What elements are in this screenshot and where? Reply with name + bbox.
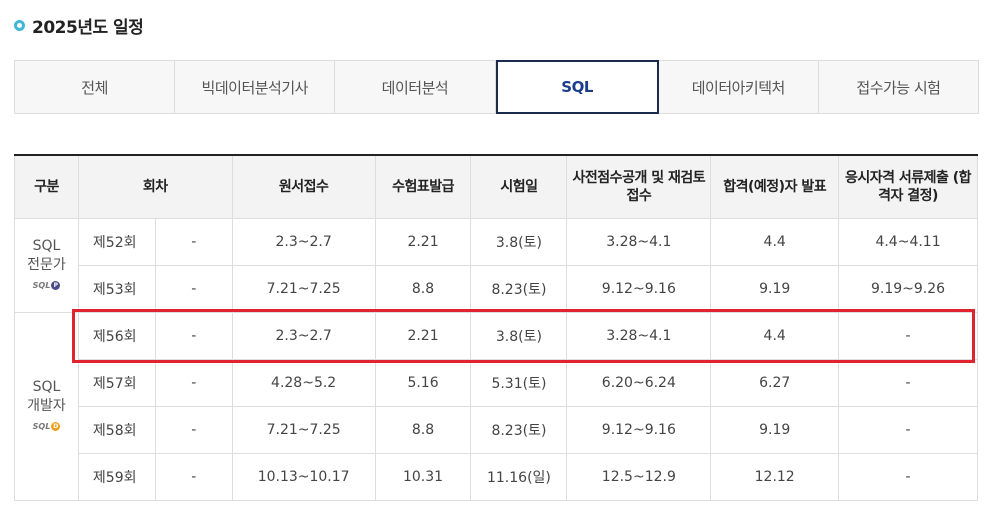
logo-text: SQL xyxy=(32,421,51,431)
cell-review: 3.28~4.1 xyxy=(566,312,712,360)
header-admission-ticket: 수험표발급 xyxy=(374,154,472,219)
cell-extra: - xyxy=(154,218,233,266)
table-row: 제58회 -7.21~7.25 8.8 8.23(토) 9.12~9.16 9.19- xyxy=(15,406,978,454)
cell-review: 3.28~4.1 xyxy=(566,218,712,266)
cell-documents: - xyxy=(838,406,978,454)
schedule-table: 구분 회차 원서접수 수험표발급 시험일 사전점수공개 및 재검토 접수 합격(… xyxy=(14,154,978,501)
cell-application: 7.21~7.25 xyxy=(231,265,376,313)
cell-exam-date: 5.31(토) xyxy=(470,359,568,407)
group-label: SQL 개발자 xyxy=(27,378,66,414)
cell-round: 제56회 xyxy=(77,312,156,360)
table-row: 제59회 -10.13~10.17 10.31 11.16(일) 12.5~12.9 12… xyxy=(15,453,978,501)
tab-data-analysis[interactable]: 데이터분석 xyxy=(335,61,496,113)
cell-exam-date: 11.16(일) xyxy=(470,453,568,501)
cell-ticket: 5.16 xyxy=(374,359,472,407)
cell-review: 9.12~9.16 xyxy=(566,265,712,313)
cell-ticket: 10.31 xyxy=(374,453,472,501)
cell-application: 2.3~2.7 xyxy=(231,312,376,360)
cell-extra: - xyxy=(154,359,233,407)
cell-extra: - xyxy=(154,453,233,501)
group-cell: SQL 개발자 SQL D xyxy=(14,312,79,501)
cell-ticket: 8.8 xyxy=(374,265,472,313)
header-pass-announcement: 합격(예정)자 발표 xyxy=(710,154,840,219)
bullet-circle-icon xyxy=(14,20,25,31)
cell-exam-date: 8.23(토) xyxy=(470,265,568,313)
logo-text: SQL xyxy=(32,280,51,290)
cell-review: 6.20~6.24 xyxy=(566,359,712,407)
cell-announcement: 9.19 xyxy=(710,406,840,454)
cell-announcement: 4.4 xyxy=(710,218,840,266)
cell-announcement: 12.12 xyxy=(710,453,840,501)
cell-exam-date: 8.23(토) xyxy=(470,406,568,454)
cell-round: 제59회 xyxy=(77,453,156,501)
group-label: SQL 전문가 xyxy=(27,237,66,273)
cell-review: 12.5~12.9 xyxy=(566,453,712,501)
cell-announcement: 9.19 xyxy=(710,265,840,313)
sql-logo-icon: SQL D xyxy=(33,417,61,436)
header-application: 원서접수 xyxy=(231,154,376,219)
cell-extra: - xyxy=(154,265,233,313)
tab-data-architecture[interactable]: 데이터아키텍처 xyxy=(659,61,819,113)
cell-review: 9.12~9.16 xyxy=(566,406,712,454)
cell-announcement: 4.4 xyxy=(710,312,840,360)
cell-round: 제52회 xyxy=(77,218,156,266)
header-exam-date: 시험일 xyxy=(470,154,568,219)
cell-exam-date: 3.8(토) xyxy=(470,312,568,360)
tab-bigdata-analyst[interactable]: 빅데이터분석기사 xyxy=(175,61,336,113)
cell-application: 10.13~10.17 xyxy=(231,453,376,501)
header-category: 구분 xyxy=(14,154,79,219)
tab-all[interactable]: 전체 xyxy=(15,61,176,113)
cell-documents: - xyxy=(838,312,978,360)
cell-round: 제53회 xyxy=(77,265,156,313)
table-row: 제57회 -4.28~5.2 5.16 5.31(토) 6.20~6.24 6.27- xyxy=(15,359,978,407)
cell-application: 4.28~5.2 xyxy=(231,359,376,407)
cell-round: 제57회 xyxy=(77,359,156,407)
logo-badge: P xyxy=(51,280,61,290)
cell-documents: 4.4~4.11 xyxy=(838,218,978,266)
cell-extra: - xyxy=(154,312,233,360)
logo-badge: D xyxy=(51,421,61,431)
sql-logo-icon: SQL P xyxy=(33,276,61,295)
table-row: 제53회 -7.21~7.25 8.8 8.23(토) 9.12~9.16 9.19 9.1… xyxy=(15,265,978,313)
exam-tabs: 전체 빅데이터분석기사 데이터분석 SQL 데이터아키텍처 접수가능 시험 xyxy=(14,60,979,114)
group-cell: SQL 전문가 SQL P xyxy=(14,218,79,313)
cell-documents: - xyxy=(838,359,978,407)
cell-application: 2.3~2.7 xyxy=(231,218,376,266)
table-row: SQL 개발자 SQL D 제56회 -2.3~2.7 2.21 3.8(토) 3.28~4.… xyxy=(14,312,978,501)
page-title: 2025년도 일정 xyxy=(14,13,144,38)
header-round: 회차 xyxy=(77,154,233,219)
cell-round: 제58회 xyxy=(77,406,156,454)
table-row: SQL 전문가 SQL P 제52회 -2.3~2.7 2.21 3.8(토) 3.28~4.… xyxy=(14,218,978,313)
cell-documents: - xyxy=(838,453,978,501)
cell-exam-date: 3.8(토) xyxy=(470,218,568,266)
cell-ticket: 8.8 xyxy=(374,406,472,454)
cell-ticket: 2.21 xyxy=(374,312,472,360)
tab-sql[interactable]: SQL xyxy=(495,60,659,114)
cell-extra: - xyxy=(154,406,233,454)
table-header-row: 구분 회차 원서접수 수험표발급 시험일 사전점수공개 및 재검토 접수 합격(… xyxy=(14,154,978,219)
cell-documents: 9.19~9.26 xyxy=(838,265,978,313)
tab-open-registration[interactable]: 접수가능 시험 xyxy=(819,61,978,113)
cell-ticket: 2.21 xyxy=(374,218,472,266)
header-pre-score-review: 사전점수공개 및 재검토 접수 xyxy=(566,154,712,219)
cell-announcement: 6.27 xyxy=(710,359,840,407)
page-title-text: 2025년도 일정 xyxy=(32,18,144,38)
cell-application: 7.21~7.25 xyxy=(231,406,376,454)
header-document-submission: 응시자격 서류제출 (합격자 결정) xyxy=(838,154,978,219)
